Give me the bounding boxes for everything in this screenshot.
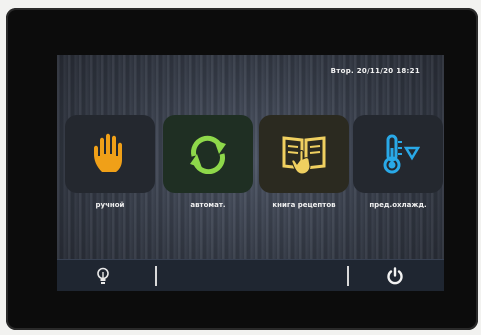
bottom-divider-left xyxy=(155,266,157,286)
bottom-divider-right xyxy=(347,266,349,286)
bottom-bar xyxy=(57,259,444,291)
power-icon xyxy=(387,267,403,285)
precooling-tile[interactable]: пред.охлажд. xyxy=(353,115,443,210)
precooling-tile-label: пред.охлажд. xyxy=(369,201,427,209)
refresh-arrows-icon xyxy=(190,135,226,174)
recipe-book-tile[interactable]: книга рецептов xyxy=(259,115,349,210)
mode-tiles: ручной автомат. книга рецептов пред.охла… xyxy=(57,115,444,235)
lightbulb-icon xyxy=(97,267,109,284)
hand-icon xyxy=(94,133,122,172)
auto-tile-box[interactable] xyxy=(163,115,253,193)
recipe-tile-label: книга рецептов xyxy=(272,201,336,209)
manual-mode-tile[interactable]: ручной xyxy=(65,115,155,210)
thermometer-down-icon xyxy=(383,134,420,174)
power-button[interactable] xyxy=(385,266,405,286)
manual-tile-label: ручной xyxy=(95,201,125,209)
manual-tile-box[interactable] xyxy=(65,115,155,193)
recipe-tile-box[interactable] xyxy=(259,115,349,193)
auto-mode-tile[interactable]: автомат. xyxy=(163,115,253,210)
precooling-tile-box[interactable] xyxy=(353,115,443,193)
light-button[interactable] xyxy=(93,266,113,286)
datetime-display: Втор. 20/11/20 18:21 xyxy=(330,67,420,75)
auto-tile-label: автомат. xyxy=(190,201,226,209)
status-bar: Втор. 20/11/20 18:21 xyxy=(57,55,444,85)
recipe-book-icon xyxy=(282,136,326,175)
touch-screen: Втор. 20/11/20 18:21 ручной автомат. кни… xyxy=(57,55,444,291)
